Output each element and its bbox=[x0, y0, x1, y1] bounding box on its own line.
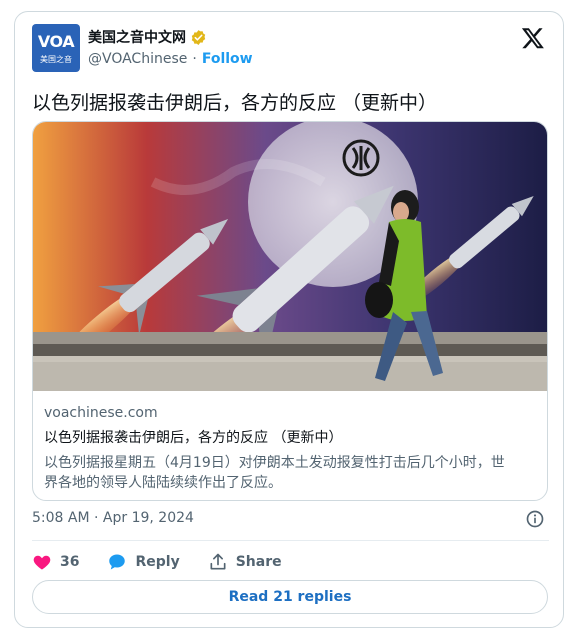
name-row: 美国之音中文网 bbox=[88, 27, 207, 47]
verified-badge-icon bbox=[191, 29, 206, 45]
link-domain: voachinese.com bbox=[44, 405, 158, 421]
link-description-line: 界各地的领导人陆陆续续作出了反应。 bbox=[44, 475, 282, 491]
divider bbox=[32, 540, 549, 541]
handle[interactable]: @VOAChinese bbox=[88, 51, 187, 67]
link-title: 以色列据报袭击伊朗后，各方的反应 （更新中） bbox=[44, 430, 343, 446]
link-preview-card[interactable]: voachinese.com 以色列据报袭击伊朗后，各方的反应 （更新中） 以色… bbox=[32, 121, 548, 501]
display-name[interactable]: 美国之音中文网 bbox=[88, 27, 186, 47]
share-icon bbox=[210, 553, 226, 570]
reply-button[interactable]: Reply bbox=[107, 552, 180, 572]
link-description: 以色列据报星期五（4月19日）对伊朗本土发动报复性打击后几个小时，世 界各地的领… bbox=[44, 453, 536, 493]
link-meta: voachinese.com 以色列据报袭击伊朗后，各方的反应 （更新中） 以色… bbox=[44, 405, 536, 493]
link-description-line: 以色列据报星期五（4月19日）对伊朗本土发动报复性打击后几个小时，世 bbox=[44, 455, 505, 471]
avatar-logo: VOA bbox=[37, 32, 75, 51]
reply-bubble-icon bbox=[109, 554, 126, 570]
reply-label: Reply bbox=[135, 554, 180, 570]
action-bar: 36 Reply Share bbox=[32, 549, 310, 575]
article-image bbox=[33, 122, 547, 391]
follow-button[interactable]: Follow bbox=[202, 51, 253, 67]
x-logo-icon[interactable] bbox=[521, 26, 545, 50]
like-button[interactable]: 36 bbox=[32, 552, 79, 572]
separator: · bbox=[192, 51, 197, 67]
tweet-text: 以色列据报袭击伊朗后，各方的反应 （更新中） bbox=[32, 92, 438, 114]
info-icon[interactable] bbox=[525, 509, 545, 529]
share-label: Share bbox=[235, 554, 282, 570]
tweet-timestamp[interactable]: 5:08 AM · Apr 19, 2024 bbox=[32, 510, 194, 526]
read-replies-button[interactable]: Read 21 replies bbox=[32, 580, 548, 614]
avatar[interactable]: VOA 美国之音 bbox=[32, 24, 80, 72]
avatar-sub: 美国之音 bbox=[40, 55, 72, 64]
handle-row: @VOAChinese · Follow bbox=[88, 51, 253, 67]
like-count: 36 bbox=[60, 554, 80, 570]
tweet-header: VOA 美国之音 美国之音中文网 @VOAChinese · Follow bbox=[32, 24, 549, 74]
share-button[interactable]: Share bbox=[208, 552, 282, 572]
tweet-embed-card: VOA 美国之音 美国之音中文网 @VOAChinese · Follow 以色… bbox=[14, 11, 564, 628]
heart-icon bbox=[33, 555, 51, 570]
